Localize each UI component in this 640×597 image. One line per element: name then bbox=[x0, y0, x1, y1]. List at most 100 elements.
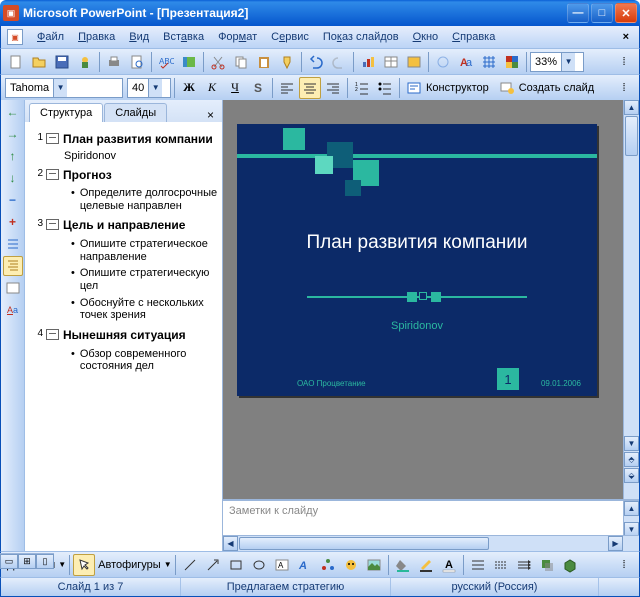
menu-edit[interactable]: Правка bbox=[72, 29, 121, 45]
sorter-view-icon[interactable]: ⊞ bbox=[18, 554, 36, 569]
arrow-icon[interactable] bbox=[202, 554, 224, 576]
move-up-icon[interactable]: ↑ bbox=[3, 146, 23, 166]
line-style-icon[interactable] bbox=[467, 554, 489, 576]
new-slide-icon[interactable] bbox=[496, 77, 518, 99]
menu-slideshow[interactable]: Показ слайдов bbox=[317, 29, 405, 45]
expand-all-icon[interactable] bbox=[3, 256, 23, 276]
vertical-scrollbar[interactable]: ▲ ▼ ⬘ ⬙ bbox=[623, 100, 639, 499]
outline-subtitle[interactable]: Spiridonov bbox=[64, 150, 222, 162]
notes-pane[interactable]: Заметки к слайду ▲ ▼ bbox=[223, 499, 639, 535]
designer-label[interactable]: Конструктор bbox=[426, 82, 495, 94]
dash-style-icon[interactable] bbox=[490, 554, 512, 576]
arrow-style-icon[interactable] bbox=[513, 554, 535, 576]
menu-window[interactable]: Окно bbox=[407, 29, 445, 45]
summary-slide-icon[interactable] bbox=[3, 278, 23, 298]
promote-icon[interactable]: ← bbox=[3, 102, 23, 122]
align-left-icon[interactable] bbox=[276, 77, 298, 99]
underline-icon[interactable]: Ч bbox=[224, 77, 246, 99]
format-painter-icon[interactable] bbox=[276, 51, 298, 73]
menu-file[interactable]: Файл bbox=[31, 29, 70, 45]
paste-icon[interactable] bbox=[253, 51, 275, 73]
3d-style-icon[interactable] bbox=[559, 554, 581, 576]
slide[interactable]: План развития компании Spiridonov ОАО Пр… bbox=[237, 124, 597, 396]
slide-title[interactable]: План развития компании bbox=[237, 232, 597, 254]
font-color-icon[interactable]: A bbox=[438, 554, 460, 576]
italic-icon[interactable]: К bbox=[201, 77, 223, 99]
fill-color-icon[interactable] bbox=[392, 554, 414, 576]
hyperlink-icon[interactable] bbox=[432, 51, 454, 73]
rectangle-icon[interactable] bbox=[225, 554, 247, 576]
oval-icon[interactable] bbox=[248, 554, 270, 576]
shadow-icon[interactable]: S bbox=[247, 77, 269, 99]
show-formatting-icon[interactable]: Aa bbox=[3, 300, 23, 320]
outline-title[interactable]: Цель и направление bbox=[63, 218, 222, 234]
toolbar-options-icon[interactable]: ⁞ bbox=[613, 77, 635, 99]
print-icon[interactable] bbox=[103, 51, 125, 73]
outline-bullet[interactable]: Опишите стратегическую цел bbox=[71, 267, 222, 292]
menu-help[interactable]: Справка bbox=[446, 29, 501, 45]
spelling-icon[interactable]: ABC bbox=[155, 51, 177, 73]
maximize-button[interactable]: □ bbox=[591, 3, 613, 23]
open-icon[interactable] bbox=[28, 51, 50, 73]
save-icon[interactable] bbox=[51, 51, 73, 73]
slide-canvas[interactable]: План развития компании Spiridonov ОАО Пр… bbox=[223, 100, 639, 499]
expand-icon[interactable]: + bbox=[3, 212, 23, 232]
new-icon[interactable] bbox=[5, 51, 27, 73]
align-center-icon[interactable] bbox=[299, 77, 321, 99]
redo-icon[interactable] bbox=[328, 51, 350, 73]
zoom-combo[interactable]: 33%▼ bbox=[530, 52, 584, 72]
permission-icon[interactable] bbox=[74, 51, 96, 73]
grid-icon[interactable] bbox=[478, 51, 500, 73]
close-doc-button[interactable]: × bbox=[619, 31, 633, 43]
menu-view[interactable]: Вид bbox=[123, 29, 155, 45]
select-icon[interactable] bbox=[73, 554, 95, 576]
copy-icon[interactable] bbox=[230, 51, 252, 73]
bullets-icon[interactable] bbox=[374, 77, 396, 99]
outline-bullet[interactable]: Обзор современного состояния дел bbox=[71, 348, 222, 373]
vertical-scrollbar[interactable]: ▲ ▼ bbox=[623, 501, 639, 537]
tab-structure[interactable]: Структура bbox=[29, 103, 103, 122]
align-right-icon[interactable] bbox=[322, 77, 344, 99]
close-pane-icon[interactable]: × bbox=[203, 108, 218, 122]
menu-insert[interactable]: Вставка bbox=[157, 29, 210, 45]
horizontal-scrollbar[interactable]: ◀ ▶ bbox=[223, 535, 639, 551]
textbox-icon[interactable]: A bbox=[271, 554, 293, 576]
table-icon[interactable] bbox=[380, 51, 402, 73]
outline-bullet[interactable]: Опишите стратегическое направление bbox=[71, 238, 222, 263]
collapse-icon[interactable]: − bbox=[3, 190, 23, 210]
diagram-icon[interactable] bbox=[317, 554, 339, 576]
font-combo[interactable]: Tahoma▼ bbox=[5, 78, 123, 98]
outline-body[interactable]: 1План развития компании Spiridonov 2Прог… bbox=[25, 122, 222, 551]
doc-icon[interactable]: ▣ bbox=[7, 29, 23, 45]
new-slide-label[interactable]: Создать слайд bbox=[519, 82, 594, 94]
color-icon[interactable] bbox=[501, 51, 523, 73]
font-size-combo[interactable]: 40▼ bbox=[127, 78, 171, 98]
line-color-icon[interactable] bbox=[415, 554, 437, 576]
outline-title[interactable]: Прогноз bbox=[63, 168, 222, 184]
designer-icon[interactable] bbox=[403, 77, 425, 99]
slide-author[interactable]: Spiridonov bbox=[237, 320, 597, 332]
normal-view-icon[interactable]: ▭ bbox=[0, 554, 18, 569]
show-formatting-icon[interactable]: Aa bbox=[455, 51, 477, 73]
move-down-icon[interactable]: ↓ bbox=[3, 168, 23, 188]
cut-icon[interactable] bbox=[207, 51, 229, 73]
menu-format[interactable]: Формат bbox=[212, 29, 263, 45]
preview-icon[interactable] bbox=[126, 51, 148, 73]
wordart-icon[interactable]: A bbox=[294, 554, 316, 576]
picture-icon[interactable] bbox=[363, 554, 385, 576]
line-icon[interactable] bbox=[179, 554, 201, 576]
minimize-button[interactable]: — bbox=[567, 3, 589, 23]
toolbar-options-icon[interactable]: ⁞ bbox=[613, 554, 635, 576]
shadow-style-icon[interactable] bbox=[536, 554, 558, 576]
toolbar-options-icon[interactable]: ⁞ bbox=[613, 51, 635, 73]
tables-borders-icon[interactable] bbox=[403, 51, 425, 73]
numbering-icon[interactable]: 12 bbox=[351, 77, 373, 99]
menu-tools[interactable]: Сервис bbox=[265, 29, 315, 45]
bold-icon[interactable]: Ж bbox=[178, 77, 200, 99]
status-language[interactable]: русский (Россия) bbox=[391, 578, 599, 596]
clipart-icon[interactable] bbox=[340, 554, 362, 576]
outline-bullet[interactable]: Обоснуйте с нескольких точек зрения bbox=[71, 297, 222, 322]
undo-icon[interactable] bbox=[305, 51, 327, 73]
collapse-all-icon[interactable] bbox=[3, 234, 23, 254]
outline-title[interactable]: Нынешняя ситуация bbox=[63, 328, 222, 344]
